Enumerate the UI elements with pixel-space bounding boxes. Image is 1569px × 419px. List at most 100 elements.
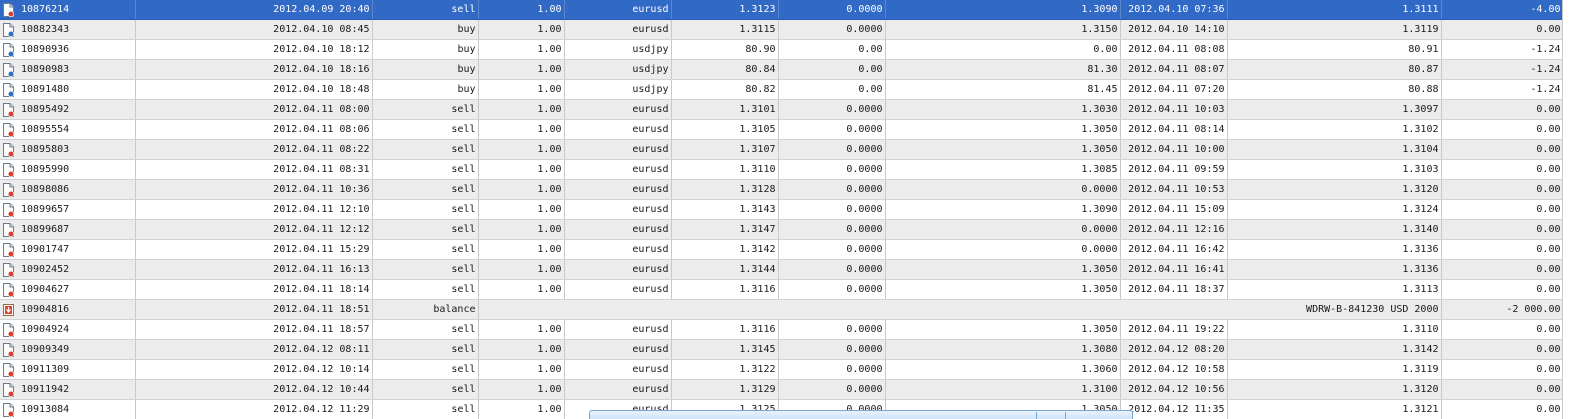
type-cell: sell [372,239,479,260]
take-profit-cell: 0.0000 [885,179,1121,200]
stop-loss-cell: 0.00 [778,79,886,100]
take-profit-cell: 1.3085 [885,159,1121,180]
profit-cell: -2 000.00 [1441,299,1564,320]
trade-row[interactable]: 10899687 2012.04.11 12:12 sell 1.00 eurusd 1.… [0,219,1564,240]
symbol-cell: eurusd [564,219,672,240]
scroll-grip-line [1036,412,1037,419]
trade-row[interactable]: 10895990 2012.04.11 08:31 sell 1.00 eurusd 1.… [0,159,1564,180]
sell-order-document-icon [3,342,14,357]
type-cell: sell [372,159,479,180]
ticket-number: 10876214 [21,4,70,15]
take-profit-cell: 0.0000 [885,219,1121,240]
stop-loss-cell: 0.0000 [778,339,886,360]
size-cell: 1.00 [478,179,565,200]
balance-operation-icon [3,303,14,317]
open-price-cell: 1.3123 [671,0,779,20]
trade-row[interactable]: 10895554 2012.04.11 08:06 sell 1.00 eurusd 1.… [0,119,1564,140]
open-price-cell: 1.3122 [671,359,779,380]
stop-loss-cell: 0.0000 [778,259,886,280]
trade-row[interactable]: 10898086 2012.04.11 10:36 sell 1.00 eurusd 1.… [0,179,1564,200]
trade-row[interactable]: 10895492 2012.04.11 08:00 sell 1.00 eurusd 1.… [0,99,1564,120]
ticket-number: 10882343 [21,24,70,35]
close-price-cell: 1.3121 [1227,399,1442,419]
swap-cell: 0.00 [1441,179,1564,200]
trade-row[interactable]: 10911942 2012.04.12 10:44 sell 1.00 eurusd 1.… [0,379,1564,400]
buy-order-document-icon [3,82,14,97]
ticket-cell: 10911309 [0,359,136,380]
type-cell: balance [372,299,479,320]
ticket-number: 10895492 [21,104,70,115]
sell-order-document-icon [3,2,14,17]
open-time-cell: 2012.04.10 18:12 [135,39,373,60]
symbol-cell: eurusd [564,159,672,180]
symbol-cell: eurusd [564,19,672,40]
horizontal-scrollbar-thumb[interactable] [589,410,1133,419]
ticket-number: 10895803 [21,144,70,155]
sell-order-document-icon [3,362,14,377]
ticket-number: 10901747 [21,244,70,255]
open-price-cell: 80.82 [671,79,779,100]
trade-row[interactable]: 10901747 2012.04.11 15:29 sell 1.00 eurusd 1.… [0,239,1564,260]
symbol-cell: eurusd [564,119,672,140]
stop-loss-cell: 0.0000 [778,0,886,20]
close-time-cell: 2012.04.11 08:08 [1120,39,1228,60]
trade-row[interactable]: 10911309 2012.04.12 10:14 sell 1.00 eurusd 1.… [0,359,1564,380]
close-time-cell: 2012.04.11 08:14 [1120,119,1228,140]
close-time-cell: 2012.04.11 10:00 [1120,139,1228,160]
take-profit-cell: 1.3050 [885,139,1121,160]
sell-order-document-icon [3,162,14,177]
size-cell: 1.00 [478,319,565,340]
stop-loss-cell: 0.00 [778,39,886,60]
take-profit-cell: 0.0000 [885,239,1121,260]
sell-order-document-icon [3,222,14,237]
trade-row[interactable]: 10904924 2012.04.11 18:57 sell 1.00 eurusd 1.… [0,319,1564,340]
stop-loss-cell: 0.0000 [778,19,886,40]
open-time-cell: 2012.04.11 18:57 [135,319,373,340]
ticket-number: 10911942 [21,384,70,395]
symbol-cell: usdjpy [564,59,672,80]
ticket-cell: 10895990 [0,159,136,180]
swap-cell: 0.00 [1441,219,1564,240]
ticket-cell: 10895554 [0,119,136,140]
type-cell: sell [372,339,479,360]
trade-row[interactable]: 10902452 2012.04.11 16:13 sell 1.00 eurusd 1.… [0,259,1564,280]
size-cell: 1.00 [478,159,565,180]
trade-row[interactable]: 10890936 2012.04.10 18:12 buy 1.00 usdjpy 80.… [0,39,1564,60]
account-history-grid[interactable]: 10876214 2012.04.09 20:40 sell 1.00 eurusd 1.… [0,0,1569,419]
ticket-cell: 10909349 [0,339,136,360]
trade-row[interactable]: 10882343 2012.04.10 08:45 buy 1.00 eurusd 1.3… [0,19,1564,40]
open-price-cell: 1.3115 [671,19,779,40]
ticket-number: 10909349 [21,344,70,355]
swap-cell: -1.24 [1441,79,1564,100]
open-price-cell: 80.90 [671,39,779,60]
trade-row[interactable]: 10890983 2012.04.10 18:16 buy 1.00 usdjpy 80.… [0,59,1564,80]
open-time-cell: 2012.04.11 08:00 [135,99,373,120]
ticket-number: 10899657 [21,204,70,215]
vertical-scrollbar-track[interactable] [1562,0,1569,419]
size-cell: 1.00 [478,19,565,40]
type-cell: buy [372,79,479,100]
close-time-cell: 2012.04.12 10:56 [1120,379,1228,400]
swap-cell: 0.00 [1441,19,1564,40]
trade-row[interactable]: 10876214 2012.04.09 20:40 sell 1.00 eurusd 1.… [0,0,1564,20]
swap-cell: 0.00 [1441,199,1564,220]
ticket-cell: 10882343 [0,19,136,40]
trade-row[interactable]: 10909349 2012.04.12 08:11 sell 1.00 eurusd 1.… [0,339,1564,360]
sell-order-document-icon [3,322,14,337]
ticket-cell: 10895492 [0,99,136,120]
open-price-cell: 1.3116 [671,319,779,340]
close-price-cell: 1.3124 [1227,199,1442,220]
ticket-cell: 10913084 [0,399,136,419]
trade-row[interactable]: 10899657 2012.04.11 12:10 sell 1.00 eurusd 1.… [0,199,1564,220]
swap-cell: 0.00 [1441,279,1564,300]
buy-order-document-icon [3,62,14,77]
ticket-number: 10895554 [21,124,70,135]
swap-cell: -1.24 [1441,39,1564,60]
balance-row[interactable]: 10904816 2012.04.11 18:51 balance WDRW-B-84… [0,299,1564,320]
trade-row[interactable]: 10895803 2012.04.11 08:22 sell 1.00 eurusd 1.… [0,139,1564,160]
trade-row[interactable]: 10904627 2012.04.11 18:14 sell 1.00 eurusd 1.… [0,279,1564,300]
ticket-cell: 10904627 [0,279,136,300]
open-price-cell: 80.84 [671,59,779,80]
symbol-cell: eurusd [564,279,672,300]
trade-row[interactable]: 10891480 2012.04.10 18:48 buy 1.00 usdjpy 80.… [0,79,1564,100]
